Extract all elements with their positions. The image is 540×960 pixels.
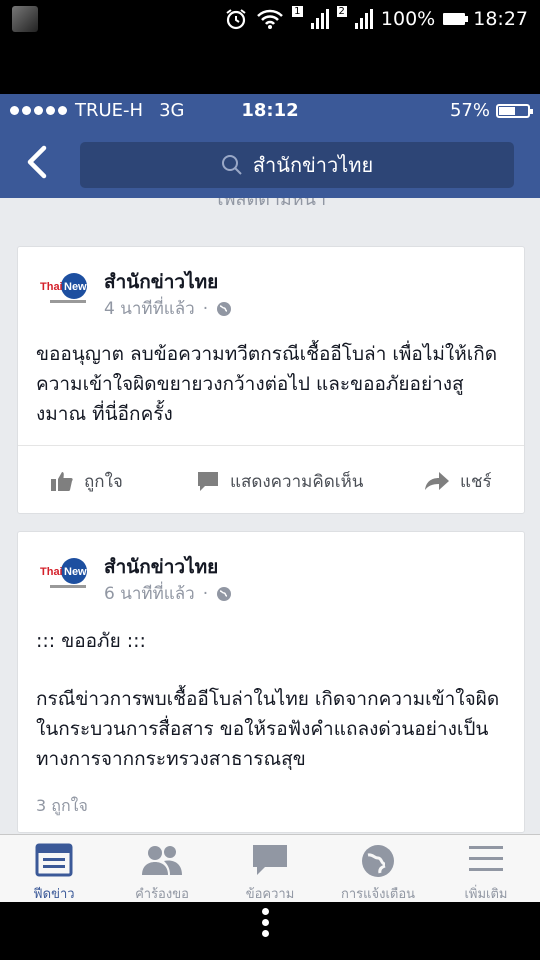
sim2-label: 2	[336, 6, 347, 17]
battery-icon	[443, 13, 469, 25]
android-status-bar: 1 2 100% 18:27	[0, 0, 540, 38]
post-meta: 4 นาทีที่แล้ว ·	[104, 295, 232, 322]
post-card: Thai News สำนักข่าวไทย 4 นาทีที่แล้ว · ข…	[17, 246, 525, 514]
android-status-right: 1 2 100% 18:27	[224, 6, 528, 32]
back-button[interactable]	[20, 142, 56, 182]
news-feed-icon	[35, 843, 73, 877]
comment-icon	[198, 472, 218, 491]
ios-battery-icon	[496, 103, 533, 118]
like-label: ถูกใจ	[84, 471, 123, 492]
tab-label: การแจ้งเตือน	[340, 887, 416, 902]
post-meta: 6 นาทีที่แล้ว ·	[104, 580, 232, 607]
like-button[interactable]: ถูกใจ	[50, 468, 123, 495]
friend-requests-icon	[142, 846, 182, 875]
signal-sim1-icon	[310, 9, 329, 29]
post-header: Thai News สำนักข่าวไทย 6 นาทีที่แล้ว ·	[18, 532, 524, 612]
comment-button[interactable]: แสดงความคิดเห็น	[196, 468, 363, 495]
tab-notifications[interactable]: การแจ้งเตือน	[324, 835, 432, 902]
comment-label: แสดงความคิดเห็น	[230, 471, 364, 492]
facebook-screen: TRUE-H 3G 18:12 57% สำนักข่าวไทย โพสต์ตา…	[0, 94, 540, 902]
search-text: สำนักข่าวไทย	[252, 153, 374, 177]
ios-battery: 57%	[449, 100, 533, 121]
tab-label: ฟีดข่าว	[33, 887, 75, 902]
page-name[interactable]: สำนักข่าวไทย	[104, 267, 218, 297]
thai-news-logo[interactable]: Thai News	[38, 269, 90, 307]
android-battery-text: 100%	[380, 8, 436, 30]
post-card: Thai News สำนักข่าวไทย 6 นาทีที่แล้ว · :…	[17, 531, 525, 833]
black-gap	[0, 38, 540, 94]
overflow-menu-icon[interactable]	[262, 908, 270, 941]
post-actions: ถูกใจ แสดงความคิดเห็น แชร์	[18, 461, 524, 501]
tab-label: คำร้องขอ	[135, 887, 189, 902]
globe-icon	[217, 301, 232, 316]
post-heading-text: ::: ขออภัย :::	[36, 630, 146, 652]
logo-thai-text: Thai	[40, 281, 63, 293]
thai-news-logo[interactable]: Thai News	[38, 554, 90, 592]
tab-more[interactable]: เพิ่มเติม	[432, 835, 540, 902]
messages-icon	[253, 845, 287, 875]
post-text: กรณีข่าวการพบเชื้ออีโบล่าในไทย เกิดจากคว…	[36, 688, 500, 770]
logo-news-text: News	[64, 566, 90, 578]
separator-dot: ·	[202, 583, 209, 604]
post-header: Thai News สำนักข่าวไทย 4 นาทีที่แล้ว ·	[18, 247, 524, 327]
tab-messages[interactable]: ข้อความ	[216, 835, 324, 902]
likes-count[interactable]: 3 ถูกใจ	[36, 794, 88, 819]
share-arrow-icon	[425, 472, 449, 490]
action-divider	[18, 445, 524, 446]
post-time[interactable]: 4 นาทีที่แล้ว	[104, 295, 195, 322]
post-time[interactable]: 6 นาทีที่แล้ว	[104, 580, 195, 607]
search-input[interactable]: สำนักข่าวไทย	[80, 142, 514, 188]
post-text: ขออนุญาต ลบข้อความทวีตกรณีเชื้ออีโบล่า เ…	[36, 343, 498, 425]
tab-label: ข้อความ	[245, 887, 295, 902]
menu-icon	[469, 846, 503, 871]
tab-friend-requests[interactable]: คำร้องขอ	[108, 835, 216, 902]
tab-news-feed[interactable]: ฟีดข่าว	[0, 835, 108, 902]
separator-dot: ·	[202, 298, 209, 319]
signal-sim2-icon	[354, 9, 373, 29]
ios-battery-text: 57%	[449, 100, 490, 121]
ios-status-bar: TRUE-H 3G 18:12 57%	[0, 94, 540, 128]
logo-news-text: News	[64, 281, 90, 293]
android-nav-bar	[0, 902, 540, 960]
thumbs-up-icon	[51, 472, 73, 491]
share-label: แชร์	[460, 471, 492, 492]
android-time: 18:27	[473, 8, 528, 30]
sim1-label: 1	[292, 6, 303, 17]
tab-label: เพิ่มเติม	[464, 887, 508, 902]
logo-thai-text: Thai	[40, 566, 63, 578]
search-icon	[221, 155, 242, 175]
globe-notifications-icon	[362, 845, 394, 877]
wifi-icon	[257, 9, 284, 29]
fb-header: สำนักข่าวไทย	[0, 128, 540, 198]
alarm-icon	[226, 9, 246, 30]
page-name[interactable]: สำนักข่าวไทย	[104, 552, 218, 582]
share-button[interactable]: แชร์	[424, 468, 492, 495]
globe-icon	[217, 586, 232, 601]
tab-bar: ฟีดข่าว คำร้องขอ ข้อความ การแจ้งเตือน เพ…	[0, 834, 540, 902]
app-notification-icon	[12, 6, 38, 32]
section-label: โพสต์ตามหน้า	[213, 198, 327, 210]
